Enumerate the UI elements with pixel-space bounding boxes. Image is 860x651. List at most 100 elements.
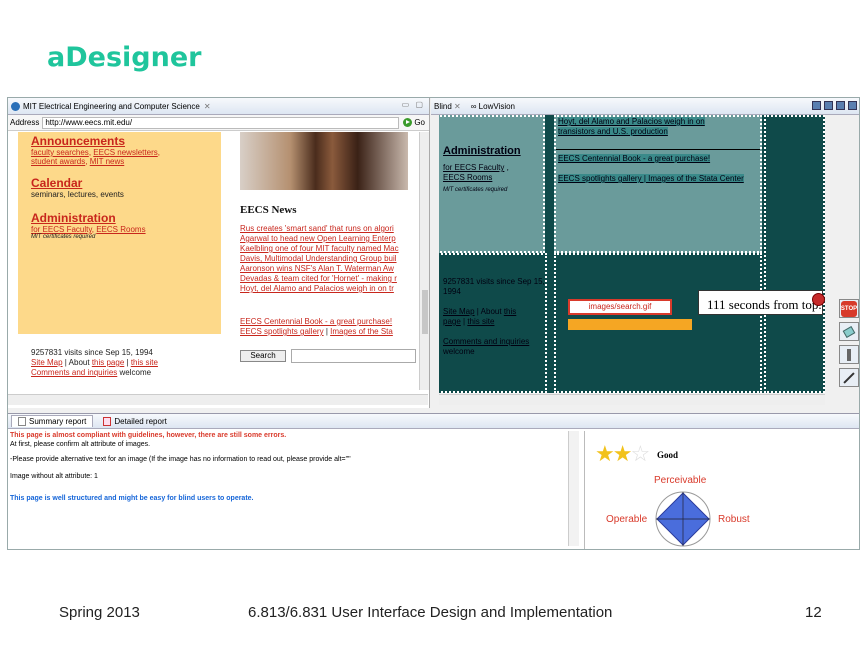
link-mit-news[interactable]: MIT news [90, 157, 125, 166]
minimize-maximize-icon[interactable]: ▭ ▢ [402, 100, 425, 109]
scrollbar-thumb[interactable] [422, 290, 428, 334]
sad-face-icon [812, 293, 825, 306]
summary-structure-line: This page is well structured and might b… [10, 495, 254, 502]
blind-link-rooms[interactable]: EECS Rooms [443, 173, 492, 182]
blind-this-site[interactable]: this site [467, 317, 494, 326]
score-panel: ★★☆ Good Perceivable Operable Robust [584, 431, 859, 549]
news-title: EECS News [240, 204, 297, 216]
blind-link-faculty[interactable]: for EECS Faculty [443, 163, 504, 172]
summary-text: This page is almost compliant with guide… [9, 431, 567, 549]
link-comments[interactable]: Comments and inquiries [31, 368, 117, 377]
blind-news-links: EECS Centennial Book - a great purchase!… [556, 150, 760, 184]
link-this-site[interactable]: this site [131, 358, 158, 367]
link-centennial-book[interactable]: EECS Centennial Book - a great purchase! [240, 317, 392, 326]
blind-horizontal-scrollbar[interactable] [439, 394, 825, 405]
footer-course: 6.813/6.831 User Interface Design and Im… [248, 604, 613, 621]
news-item[interactable]: Davis, Multimodal Understanding Group bu… [240, 254, 425, 264]
star-filled-icon: ★ [595, 441, 615, 466]
summary-line-3: Image without alt attribute: 1 [10, 473, 98, 480]
announcements-title[interactable]: Announcements [31, 134, 221, 148]
go-label: Go [414, 118, 425, 127]
toolbar-icon[interactable] [836, 101, 845, 110]
browser-tab[interactable]: MIT Electrical Engineering and Computer … [8, 98, 429, 115]
accessibility-radar [655, 491, 711, 547]
globe-icon [11, 101, 20, 111]
link-site-map[interactable]: Site Map [31, 358, 63, 367]
blind-this[interactable]: this [504, 307, 516, 316]
blind-centennial[interactable]: EECS Centennial Book - a great purchase! [558, 154, 711, 163]
tab-detailed-report[interactable]: Detailed report [97, 416, 172, 427]
news-item[interactable]: Kaelbling one of four MIT faculty named … [240, 244, 425, 254]
blind-visits-count: 9257831 visits since Sep 15, 1994 [443, 277, 545, 296]
tab-lowvision-label: LowVision [478, 101, 515, 111]
link-eecs-faculty[interactable]: for EECS Faculty [31, 225, 92, 234]
news-item[interactable]: Aaronson wins NSF's Alan T. Waterman Aw [240, 264, 425, 274]
missing-alt-image[interactable]: images/search.gif [568, 299, 672, 315]
link-faculty-searches[interactable]: faculty searches [31, 148, 89, 157]
blind-top-text-1[interactable]: Hoyt, del Alamo and Palacios weigh in on [558, 117, 705, 126]
vertical-scrollbar[interactable] [419, 132, 429, 390]
link-this-page[interactable]: this page [92, 358, 124, 367]
summary-tabbar: Summary report Detailed report [8, 414, 859, 429]
web-page: Announcements faculty searches, EECS new… [8, 132, 428, 390]
star-filled-icon: ★ [612, 441, 633, 466]
stop-button[interactable]: STOP [839, 299, 859, 318]
administration-links: for EECS Faculty, EECS Rooms [31, 225, 146, 234]
right-column-block [764, 115, 825, 393]
administration-title[interactable]: Administration [31, 211, 221, 225]
blind-page[interactable]: page [443, 317, 461, 326]
blind-spotlights[interactable]: EECS spotlights gallery | Images of the … [558, 174, 744, 183]
calendar-title[interactable]: Calendar [31, 176, 221, 190]
calendar-text: seminars, lectures, events [31, 190, 124, 199]
toolbar-icon[interactable] [812, 101, 821, 110]
horizontal-scrollbar[interactable] [8, 394, 428, 405]
blind-comments[interactable]: Comments and inquiries [443, 337, 529, 346]
address-label: Address [10, 118, 40, 127]
news-item[interactable]: Devadas & team cited for 'Hornet' - maki… [240, 274, 425, 284]
browser-tab-title: MIT Electrical Engineering and Computer … [23, 101, 200, 111]
stop-icon: STOP [841, 300, 857, 317]
report-scrollbar[interactable] [568, 431, 579, 546]
blind-about: About [480, 307, 502, 316]
close-icon[interactable]: ✕ [204, 102, 211, 111]
highlighter-button[interactable] [839, 345, 859, 364]
blind-top-text-2[interactable]: transistors and U.S. production [558, 127, 668, 136]
blind-site-map[interactable]: Site Map [443, 307, 475, 316]
star-empty-icon: ☆ [630, 441, 650, 466]
blind-visualization: Administration for EECS Faculty , EECS R… [439, 115, 825, 393]
about-label: About [68, 358, 90, 367]
operable-label: Operable [606, 514, 648, 525]
link-eecs-newsletters[interactable]: EECS newsletters [93, 148, 157, 157]
blind-admin-links: for EECS Faculty , EECS Rooms [443, 163, 509, 182]
link-spotlights[interactable]: EECS spotlights gallery [240, 327, 324, 336]
eraser-button[interactable] [839, 322, 859, 341]
certificates-note: MIT certificates required [31, 234, 96, 240]
news-item[interactable]: Agarwal to head new Open Learning Enterp [240, 234, 425, 244]
robust-label: Robust [718, 514, 750, 525]
admin-block: Administration for EECS Faculty , EECS R… [439, 115, 545, 253]
pen-icon [843, 371, 855, 384]
blind-toolbar [812, 101, 857, 110]
link-eecs-rooms[interactable]: EECS Rooms [96, 225, 145, 234]
side-toolbar: STOP [839, 299, 859, 394]
footer-term: Spring 2013 [59, 604, 140, 621]
go-button[interactable]: Go [403, 118, 429, 127]
save-icon[interactable] [848, 101, 857, 110]
search-button[interactable]: Search [240, 350, 286, 362]
tab-blind[interactable]: Blind ✕ [434, 102, 461, 111]
toolbar-icon[interactable] [824, 101, 833, 110]
news-item[interactable]: Rus creates 'smart sand' that runs on al… [240, 224, 425, 234]
search-input[interactable] [291, 349, 416, 363]
blind-admin-title[interactable]: Administration [443, 145, 543, 157]
tab-summary-label: Summary report [29, 417, 87, 426]
tab-summary-report[interactable]: Summary report [11, 415, 94, 427]
close-icon[interactable]: ✕ [454, 102, 461, 111]
perceivable-label: Perceivable [654, 475, 707, 486]
pen-button[interactable] [839, 368, 859, 387]
tab-lowvision[interactable]: ∞ LowVision [471, 102, 515, 111]
left-nav-panel: Announcements faculty searches, EECS new… [18, 132, 221, 334]
link-images-stata[interactable]: Images of the Sta [330, 327, 393, 336]
link-student-awards[interactable]: student awards [31, 157, 85, 166]
address-input[interactable] [42, 116, 400, 129]
news-item[interactable]: Hoyt, del Alamo and Palacios weigh in on… [240, 284, 425, 294]
